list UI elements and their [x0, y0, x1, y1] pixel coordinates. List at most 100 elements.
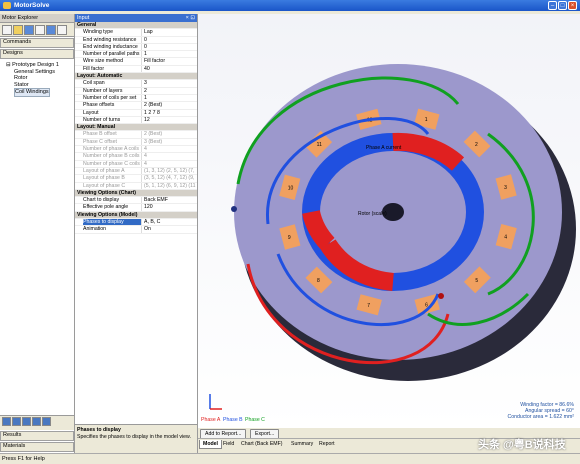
property-row[interactable]: Coil span 3: [75, 80, 198, 88]
property-key: Animation: [83, 226, 107, 233]
close-icon[interactable]: ×: [568, 1, 577, 10]
input-header: Input × ⊡: [75, 14, 197, 22]
property-row[interactable]: Number of phase B coils 4: [75, 153, 198, 161]
property-key: Phase offsets: [83, 102, 115, 109]
new-icon[interactable]: [2, 25, 12, 35]
property-row[interactable]: Fill factor 40: [75, 65, 198, 74]
open-icon[interactable]: [13, 25, 23, 35]
terminal-point-2: [438, 293, 444, 299]
property-value[interactable]: 2 (Best): [141, 131, 198, 138]
description-title: Phases to display: [77, 427, 121, 433]
property-key: End winding inductance: [83, 43, 138, 50]
property-value[interactable]: 3: [141, 80, 198, 87]
property-value[interactable]: A, B, C: [141, 219, 198, 226]
model-view[interactable]: 1 2 3 4 5 6 7 8 9 10 11 12 Phase A current Rotor (s…: [198, 14, 580, 428]
property-row[interactable]: Number of coils per set 1: [75, 94, 198, 103]
duplicate-icon[interactable]: [12, 417, 21, 426]
property-row[interactable]: Number of phase C coils 4: [75, 160, 198, 168]
materials-section[interactable]: Materials: [0, 442, 74, 452]
property-grid: General Winding type Lap End winding resist…: [75, 22, 197, 234]
property-value[interactable]: 0: [141, 36, 198, 43]
property-key: Viewing Options (Chart): [77, 189, 136, 196]
slot-number: 5: [475, 278, 478, 284]
settings-icon[interactable]: [46, 25, 56, 35]
property-row[interactable]: Phases to display A, B, C: [75, 219, 198, 227]
property-value[interactable]: 4: [141, 153, 198, 160]
property-row[interactable]: End winding resistance 0: [75, 36, 198, 44]
tab-summary[interactable]: Summary: [288, 440, 316, 448]
tab-model[interactable]: Model: [199, 440, 222, 449]
delete-icon[interactable]: [22, 417, 31, 426]
property-value[interactable]: 1: [141, 94, 198, 102]
property-category[interactable]: General: [75, 22, 197, 30]
watermark: 头条 @粤B说科技: [478, 439, 566, 451]
designs-section[interactable]: Designs: [0, 49, 74, 59]
property-key: Number of phase B coils: [83, 153, 140, 160]
help-icon[interactable]: [57, 25, 67, 35]
tab-field[interactable]: Field: [220, 440, 237, 448]
property-value[interactable]: 1: [141, 51, 198, 58]
property-row[interactable]: Wire size method Fill factor: [75, 58, 198, 66]
property-row[interactable]: Layout of phase C (5, 1, 12) (6, 9, 12) (…: [75, 182, 198, 190]
property-row[interactable]: Number of layers 2: [75, 87, 198, 95]
tab-chart[interactable]: Chart (Back EMF): [238, 440, 286, 448]
tab-report[interactable]: Report: [316, 440, 338, 448]
property-value[interactable]: 1 2 7 8: [141, 109, 198, 116]
property-row[interactable]: End winding inductance 0: [75, 43, 198, 52]
property-row[interactable]: Chart to display Back EMF: [75, 197, 198, 205]
add-icon[interactable]: [2, 417, 11, 426]
property-value[interactable]: On: [141, 226, 198, 233]
property-category[interactable]: Viewing Options (Chart): [75, 189, 197, 198]
property-value[interactable]: (5, 1, 12) (6, 9, 12) (11: [141, 182, 198, 189]
explorer-toolbar: [0, 23, 74, 37]
property-row[interactable]: Winding type Lap: [75, 29, 198, 37]
property-row[interactable]: Layout of phase A (1, 3, 12) (2, 5, 12) (…: [75, 167, 198, 176]
description-text: Specifies the phases to display in the m…: [77, 434, 191, 440]
property-value[interactable]: 4: [141, 160, 198, 167]
property-row[interactable]: Animation On: [75, 226, 198, 234]
design-tree: ⊟ Prototype Design 1 General Settings Ro…: [0, 60, 74, 99]
property-value[interactable]: 3 (Best): [141, 138, 198, 146]
compare-icon[interactable]: [32, 417, 41, 426]
property-key: Layout of phase A: [83, 167, 125, 174]
property-row[interactable]: Phase C offset 3 (Best): [75, 138, 198, 147]
property-row[interactable]: Number of phase A coils 4: [75, 146, 198, 154]
property-value[interactable]: (1, 3, 12) (2, 5, 12) (7,: [141, 167, 198, 175]
input-panel: Input × ⊡ General Winding type Lap End windi…: [75, 14, 198, 453]
property-category[interactable]: Viewing Options (Model): [75, 211, 197, 220]
property-value[interactable]: 40: [141, 65, 198, 73]
property-row[interactable]: Number of parallel paths 1: [75, 51, 198, 59]
property-value[interactable]: 4: [141, 146, 198, 153]
property-row[interactable]: Layout of phase B (3, 5, 12) (4, 7, 12) (…: [75, 175, 198, 183]
properties-icon[interactable]: [42, 417, 51, 426]
property-category[interactable]: Layout: Automatic: [75, 73, 197, 81]
property-row[interactable]: Number of turns 12: [75, 116, 198, 125]
property-row[interactable]: Phase offsets 2 (Best): [75, 102, 198, 110]
close-panel-icon[interactable]: × ⊡: [186, 14, 195, 22]
property-value[interactable]: Fill factor: [141, 58, 198, 65]
save-icon[interactable]: [24, 25, 34, 35]
property-key: End winding resistance: [83, 36, 137, 43]
property-value[interactable]: Back EMF: [141, 197, 198, 204]
motor-explorer-panel: Motor Explorer Commands Designs ⊟ Protot…: [0, 14, 75, 453]
property-value[interactable]: 120: [141, 204, 198, 211]
maximize-icon[interactable]: □: [558, 1, 567, 10]
commands-section[interactable]: Commands: [0, 38, 74, 48]
copy-icon[interactable]: [35, 25, 45, 35]
property-value[interactable]: Lap: [141, 29, 198, 36]
property-value[interactable]: 2: [141, 87, 198, 94]
property-row[interactable]: Effective pole angle 120: [75, 204, 198, 212]
property-key: Number of layers: [83, 87, 123, 94]
property-category[interactable]: Layout: Manual: [75, 124, 197, 132]
results-section[interactable]: Results: [0, 431, 74, 441]
property-value[interactable]: 12: [141, 116, 198, 124]
property-key: Number of coils per set: [83, 94, 137, 101]
property-row[interactable]: Phase B offset 2 (Best): [75, 131, 198, 139]
property-row[interactable]: Layout 1 2 7 8: [75, 109, 198, 117]
property-value[interactable]: (3, 5, 12) (4, 7, 12) (9,: [141, 175, 198, 182]
property-value[interactable]: 0: [141, 43, 198, 51]
terminal-point: [231, 206, 237, 212]
tree-item-coil-windings[interactable]: Coil Windings: [14, 88, 50, 97]
minimize-icon[interactable]: –: [548, 1, 557, 10]
property-value[interactable]: 2 (Best): [141, 102, 198, 109]
